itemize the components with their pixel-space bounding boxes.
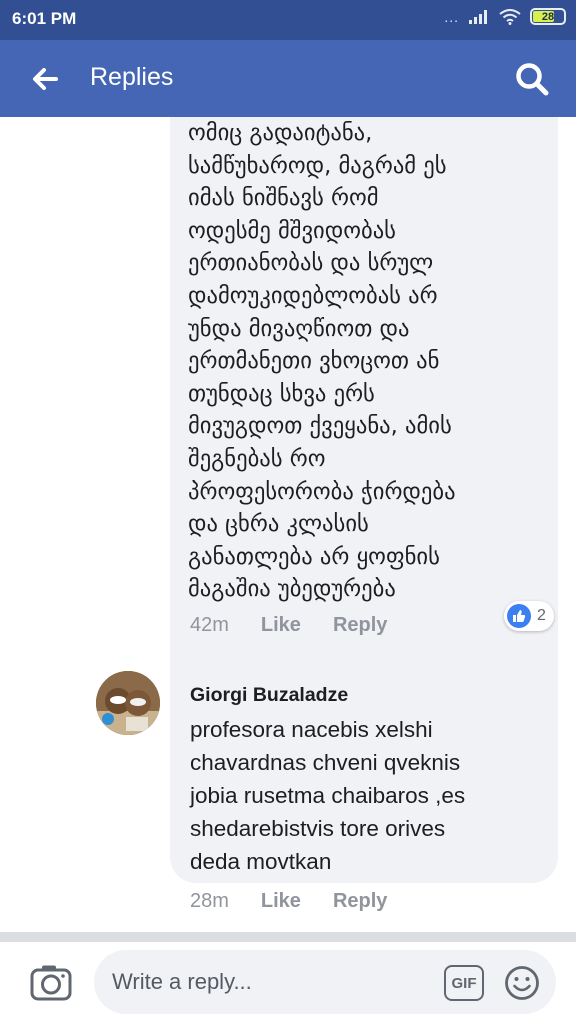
gif-label: GIF — [451, 974, 477, 992]
comment-actions: 28m Like Reply — [190, 890, 387, 913]
smiley-icon — [505, 966, 539, 1000]
camera-button[interactable] — [30, 964, 72, 1002]
reaction-count: 2 — [537, 607, 546, 624]
comment-author[interactable]: Giorgi Buzaladze — [190, 684, 348, 707]
reply-input[interactable]: Write a reply... GIF — [94, 950, 556, 1014]
back-button[interactable] — [28, 62, 62, 96]
status-bar: 6:01 PM ... 28 — [0, 0, 576, 40]
status-time: 6:01 PM — [12, 9, 77, 28]
page-title: Replies — [90, 63, 174, 91]
camera-icon — [30, 965, 72, 1001]
reply-button[interactable]: Reply — [333, 890, 387, 913]
reply-thread[interactable]: ომიც გადაიტანა, სამწუხაროდ, მაგრამ ეს იმ… — [0, 117, 576, 932]
search-button[interactable] — [514, 61, 550, 97]
reply-placeholder: Write a reply... — [112, 969, 252, 994]
signal-dots: ... — [444, 8, 459, 25]
battery-level: 28 — [541, 10, 555, 23]
signal-icon — [469, 9, 487, 24]
comment-text: ომიც გადაიტანა, სამწუხაროდ, მაგრამ ეს იმ… — [188, 120, 456, 603]
reaction-badge[interactable]: 2 — [504, 601, 554, 631]
gif-button[interactable]: GIF — [444, 965, 484, 1001]
wifi-icon — [499, 8, 521, 25]
comment-text: profesora nacebis xelshi chavardnas chve… — [190, 717, 466, 874]
comment-time: 42m — [190, 614, 229, 636]
status-icons: ... 28 — [444, 8, 566, 25]
reply-composer: Write a reply... GIF — [0, 942, 576, 1024]
battery-icon: 28 — [530, 8, 566, 25]
comment-actions: 42m Like Reply — [190, 614, 387, 637]
like-button[interactable]: Like — [261, 890, 301, 913]
arrow-left-icon — [33, 68, 58, 90]
app-bar: Replies — [0, 40, 576, 117]
search-icon — [516, 63, 549, 96]
emoji-button[interactable] — [504, 965, 540, 1001]
comment-time: 28m — [190, 890, 229, 912]
thumbs-up-icon — [507, 604, 531, 628]
avatar[interactable] — [96, 671, 160, 735]
like-button[interactable]: Like — [261, 614, 301, 637]
divider — [0, 932, 576, 942]
reply-button[interactable]: Reply — [333, 614, 387, 637]
